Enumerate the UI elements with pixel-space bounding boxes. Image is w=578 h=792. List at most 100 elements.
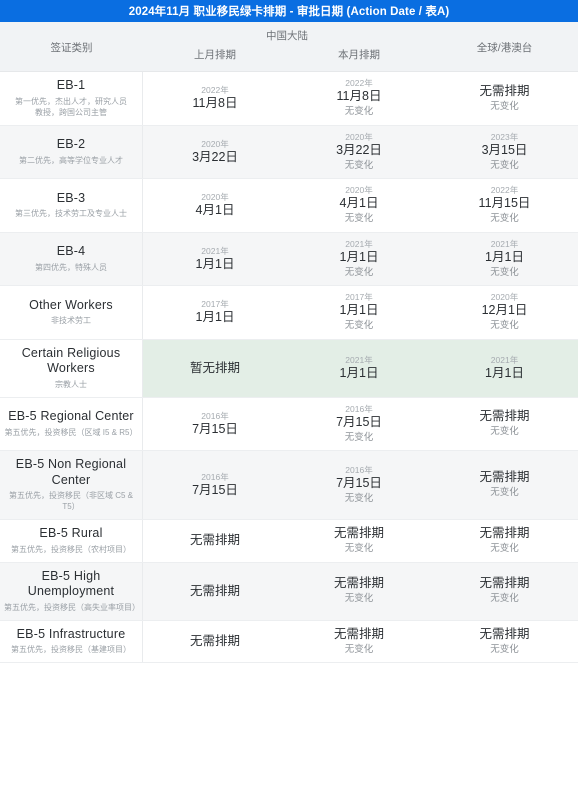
cell-china-current-month: 无需排期 无变化: [287, 621, 431, 662]
date-value: 7月15日: [192, 422, 238, 437]
date-year: 2021年: [345, 238, 373, 249]
change-note: 无变化: [490, 266, 519, 278]
date-year: 2021年: [201, 245, 229, 256]
date-value: 无需排期: [333, 526, 384, 541]
date-year: 2021年: [490, 355, 519, 366]
cell-china-current-month: 2020年 3月22日 无变化: [287, 126, 431, 179]
table-row: EB-4 第四优先，特殊人员 2021年 1月1日 2021年 1月1日 无变化 2021年 1…: [0, 232, 578, 287]
date-value: 无需排期: [479, 470, 530, 485]
change-note: 无变化: [344, 493, 374, 505]
date-value: 3月22日: [336, 142, 382, 157]
table-row: EB-1 第一优先，杰出人才，研究人员 教授，跨国公司主管 2022年 11月8日 20…: [0, 72, 578, 126]
change-note: 无变化: [490, 159, 519, 171]
date-value: 无需排期: [189, 533, 240, 548]
date-value: 11月15日: [478, 196, 531, 211]
date-value: 无需排期: [479, 83, 530, 98]
table-row: Certain Religious Workers 宗教人士 暂无排期 2021年 1月…: [0, 339, 578, 398]
visa-category-description: 第三优先，技术劳工及专业人士: [15, 209, 127, 219]
table-row: Other Workers 非技术劳工 2017年 1月1日 2017年 1月1日 无变化 2…: [0, 286, 578, 340]
visa-category-description: 第五优先，投资移民（农村项目）: [11, 544, 131, 554]
table-row: EB-2 第二优先，高等学位专业人才 2020年 3月22日 2020年 3月22日 无变化…: [0, 125, 578, 180]
change-note: 无变化: [344, 643, 374, 655]
date-year: 2017年: [201, 299, 229, 310]
visa-category-name: EB-1: [56, 78, 86, 93]
cell-china-current-month: 2021年 1月1日 无变化: [287, 233, 431, 286]
table-row: EB-3 第三优先，技术劳工及专业人士 2020年 4月1日 2020年 4月1日 无变化 2…: [0, 179, 578, 233]
cell-visa-category: EB-5 Infrastructure 第五优先，投资移民（基建项目）: [0, 620, 143, 662]
date-value: 3月22日: [192, 149, 238, 164]
table-row: EB-5 Regional Center 第五优先，投资移民（区域 I5 & R5…: [0, 397, 578, 452]
date-value: 无需排期: [479, 409, 530, 424]
table-header-row: 签证类别 中国大陆 上月排期 本月排期 全球/港澳台: [0, 22, 578, 72]
visa-category-description: 第五优先，投资移民（区域 I5 & R5）: [4, 427, 138, 437]
column-header-current-month: 本月排期: [338, 49, 380, 61]
cell-visa-category: EB-1 第一优先，杰出人才，研究人员 教授，跨国公司主管: [0, 72, 143, 125]
date-year: 2023年: [490, 131, 519, 142]
date-year: 2016年: [345, 464, 373, 475]
cell-global-hk-mo-tw: 2021年 1月1日 无变化: [431, 233, 578, 286]
cell-china-current-month: 2016年 7月15日无变化: [287, 451, 431, 519]
visa-category-description: 第四优先，特殊人员: [35, 262, 107, 272]
cell-china-previous-month: 无需排期: [143, 563, 287, 620]
cell-china-previous-month: 2016年 7月15日: [143, 398, 287, 451]
change-note: 无变化: [344, 266, 374, 278]
visa-category-name: Certain Religious Workers: [21, 345, 121, 376]
cell-global-hk-mo-tw: 2023年 3月15日 无变化: [431, 126, 578, 179]
change-note: 无变化: [344, 159, 374, 171]
cell-china-previous-month: 2020年 4月1日: [143, 179, 287, 232]
date-value: 无需排期: [479, 526, 530, 541]
visa-category-description: 第五优先，投资移民（基建项目）: [11, 645, 131, 655]
cell-china-current-month: 2021年 1月1日: [287, 339, 431, 397]
date-year: 2016年: [201, 410, 229, 421]
date-year: 2016年: [201, 472, 229, 483]
visa-bulletin-table-page: 2024年11月 职业移民绿卡排期 - 审批日期 (Action Date / …: [0, 0, 578, 792]
date-value: 1月1日: [195, 256, 235, 271]
cell-global-hk-mo-tw: 2022年 11月15日 无变化: [431, 179, 578, 232]
cell-visa-category: EB-4 第四优先，特殊人员: [0, 232, 143, 286]
date-year: 2020年: [201, 192, 229, 203]
cell-china-previous-month: 2022年 11月8日: [143, 72, 287, 125]
cell-visa-category: EB-5 Rural 第五优先，投资移民（农村项目）: [0, 520, 143, 562]
date-value: 1月1日: [195, 310, 235, 325]
visa-category-description: 第一优先，杰出人才，研究人员 教授，跨国公司主管: [15, 96, 127, 117]
visa-category-name: EB-5 Infrastructure: [16, 626, 126, 641]
change-note: 无变化: [490, 213, 519, 225]
date-year: 2017年: [345, 292, 373, 303]
date-year: 2020年: [201, 138, 229, 149]
change-note: 无变化: [490, 487, 519, 499]
change-note: 无变化: [490, 100, 519, 112]
visa-category-description: 第五优先，投资移民（非区域 C5 & T5）: [8, 491, 133, 512]
cell-china-current-month: 2022年 11月8日 无变化: [287, 72, 431, 125]
change-note: 无变化: [490, 320, 519, 332]
cell-global-hk-mo-tw: 无需排期 无变化: [431, 621, 578, 662]
visa-category-name: EB-3: [56, 190, 86, 205]
change-note: 无变化: [344, 320, 374, 332]
cell-china-previous-month: 2020年 3月22日: [143, 126, 287, 179]
column-header-china-group: 中国大陆 上月排期 本月排期: [143, 22, 431, 72]
date-year: 2022年: [490, 185, 519, 196]
date-value: 无需排期: [189, 583, 240, 598]
visa-category-name: EB-5 High Unemployment: [27, 568, 115, 599]
cell-china-previous-month: 2017年 1月1日: [143, 286, 287, 339]
date-value: 1月1日: [485, 366, 524, 381]
date-year: 2021年: [345, 355, 373, 366]
cell-global-hk-mo-tw: 无需排期 无变化: [431, 520, 578, 561]
date-value: 无需排期: [333, 626, 384, 641]
date-value: 1月1日: [339, 366, 379, 381]
cell-china-previous-month: 2016年 7月15日: [143, 451, 287, 519]
cell-global-hk-mo-tw: 无需排期 无变化: [431, 451, 578, 519]
date-value: 12月1日: [481, 303, 528, 318]
date-value: 7月15日: [192, 483, 238, 498]
table-row: EB-5 Rural 第五优先，投资移民（农村项目） 无需排期 无需排期 无变化 无需排期…: [0, 520, 578, 563]
cell-china-current-month: 2016年 7月15日 无变化: [287, 398, 431, 451]
date-value: 4月1日: [195, 203, 235, 218]
date-value: 无需排期: [189, 633, 240, 648]
cell-china-current-month: 2017年 1月1日 无变化: [287, 286, 431, 339]
date-value: 7月15日: [336, 476, 382, 491]
table-row: EB-5 Infrastructure 第五优先，投资移民（基建项目） 无需排期 无需…: [0, 620, 578, 663]
change-note: 无变化: [490, 543, 519, 555]
change-note: 无变化: [344, 593, 374, 605]
date-value: 4月1日: [339, 196, 379, 211]
change-note: 无变化: [490, 643, 519, 655]
change-note: 无变化: [344, 213, 374, 225]
